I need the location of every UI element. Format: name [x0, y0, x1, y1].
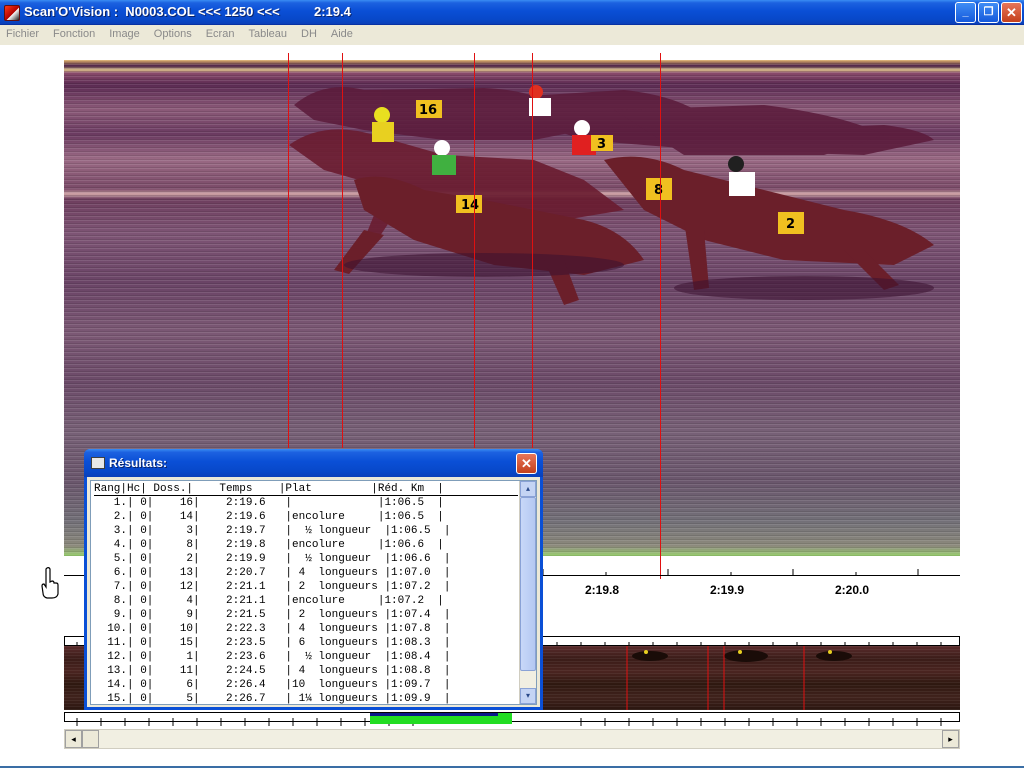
results-list[interactable]: Rang|Hc| Doss.| Temps |Plat |Réd. Km | 1… — [90, 480, 537, 705]
strip-bottom-ruler-ticks — [76, 718, 942, 726]
table-row[interactable]: 1.| 0| 16| 2:19.6 | |1:06.5 | — [94, 496, 444, 510]
photo-marker-line[interactable] — [342, 53, 343, 448]
photo-marker-line[interactable] — [288, 53, 289, 448]
table-row[interactable]: 12.| 0| 1| 2:23.6 | ½ longueur |1:08.4 | — [94, 650, 450, 664]
time-axis-label: 2:19.8 — [585, 583, 620, 597]
menu-fichier[interactable]: Fichier — [0, 25, 47, 45]
photo-marker-line[interactable] — [532, 53, 533, 448]
results-title: Résultats: — [109, 456, 168, 470]
printer-icon — [91, 457, 105, 469]
table-row[interactable]: 6.| 0| 13| 2:20.7 | 4 longueurs |1:07.0 … — [94, 566, 451, 580]
hand-pointer-icon[interactable] — [40, 566, 60, 600]
visible-range-marker — [370, 713, 498, 716]
saddle-number-3: 3 — [597, 137, 606, 152]
table-row[interactable]: 5.| 0| 2| 2:19.9 | ½ longueur |1:06.6 | — [94, 552, 451, 566]
strip-bottom-ruler — [64, 712, 960, 726]
app-logo-icon[interactable] — [4, 5, 20, 21]
horizontal-scrollbar[interactable]: ◂ ▸ — [64, 729, 960, 749]
scroll-up-button[interactable]: ▴ — [520, 481, 536, 497]
table-row[interactable]: 14.| 0| 6| 2:26.4 |10 longueurs |1:09.7 … — [94, 678, 450, 692]
time-axis-label: 2:19.9 — [710, 583, 745, 597]
saddle-number-2: 2 — [786, 217, 795, 232]
table-row[interactable]: 15.| 0| 5| 2:26.7 | 1¼ longueurs |1:09.9… — [94, 692, 450, 704]
menu-options[interactable]: Options — [148, 25, 200, 45]
menu-tableau[interactable]: Tableau — [242, 25, 295, 45]
photo-marker-line[interactable] — [660, 53, 661, 579]
photo-marker-line[interactable] — [474, 53, 475, 448]
saddle-number-14: 14 — [461, 198, 479, 213]
menu-fonction[interactable]: Fonction — [47, 25, 103, 45]
scroll-left-button[interactable]: ◂ — [65, 730, 82, 748]
table-row[interactable]: 2.| 0| 14| 2:19.6 |encolure |1:06.5 | — [94, 510, 444, 524]
maximize-button[interactable]: ❐ — [978, 2, 999, 23]
table-row[interactable]: 8.| 0| 4| 2:21.1 |encolure |1:07.2 | — [94, 594, 444, 608]
minimize-button[interactable]: _ — [955, 2, 976, 23]
results-header-row: Rang|Hc| Doss.| Temps |Plat |Réd. Km | — [94, 482, 518, 496]
table-row[interactable]: 9.| 0| 9| 2:21.5 | 2 longueurs |1:07.4 | — [94, 608, 451, 622]
title-bar: Scan'O'Vision : N0003.COL <<< 1250 <<< 2… — [0, 0, 1024, 25]
results-scroll-thumb[interactable] — [520, 497, 536, 671]
table-row[interactable]: 3.| 0| 3| 2:19.7 | ½ longueur |1:06.5 | — [94, 524, 451, 538]
table-row[interactable]: 10.| 0| 10| 2:22.3 | 4 longueurs |1:07.8… — [94, 622, 450, 636]
menu-dh[interactable]: DH — [295, 25, 325, 45]
table-row[interactable]: 4.| 0| 8| 2:19.8 |encolure |1:06.6 | — [94, 538, 444, 552]
saddle-number-16: 16 — [419, 103, 437, 118]
close-button[interactable]: ✕ — [1001, 2, 1022, 23]
window-title-time: 2:19.4 — [314, 4, 351, 19]
menu-bar: Fichier Fonction Image Options Ecran Tab… — [0, 25, 1024, 45]
table-row[interactable]: 11.| 0| 15| 2:23.5 | 6 longueurs |1:08.3… — [94, 636, 450, 650]
saddle-number-8: 8 — [654, 183, 663, 198]
table-row[interactable]: 13.| 0| 11| 2:24.5 | 4 longueurs |1:08.8… — [94, 664, 450, 678]
scroll-thumb[interactable] — [82, 730, 99, 748]
table-row[interactable]: 7.| 0| 12| 2:21.1 | 2 longueurs |1:07.2 … — [94, 580, 451, 594]
time-axis-label: 2:20.0 — [835, 583, 870, 597]
menu-image[interactable]: Image — [103, 25, 148, 45]
menu-aide[interactable]: Aide — [325, 25, 361, 45]
scroll-right-button[interactable]: ▸ — [942, 730, 959, 748]
results-vertical-scrollbar[interactable]: ▴ ▾ — [519, 481, 536, 704]
menu-ecran[interactable]: Ecran — [200, 25, 243, 45]
results-close-button[interactable]: ✕ — [516, 453, 537, 474]
window-title: Scan'O'Vision : N0003.COL <<< 1250 <<< — [24, 4, 280, 19]
results-dialog: Résultats: ✕ Rang|Hc| Doss.| Temps |Plat… — [84, 449, 543, 710]
results-title-bar[interactable]: Résultats: ✕ — [84, 449, 543, 477]
scroll-down-button[interactable]: ▾ — [520, 688, 536, 704]
